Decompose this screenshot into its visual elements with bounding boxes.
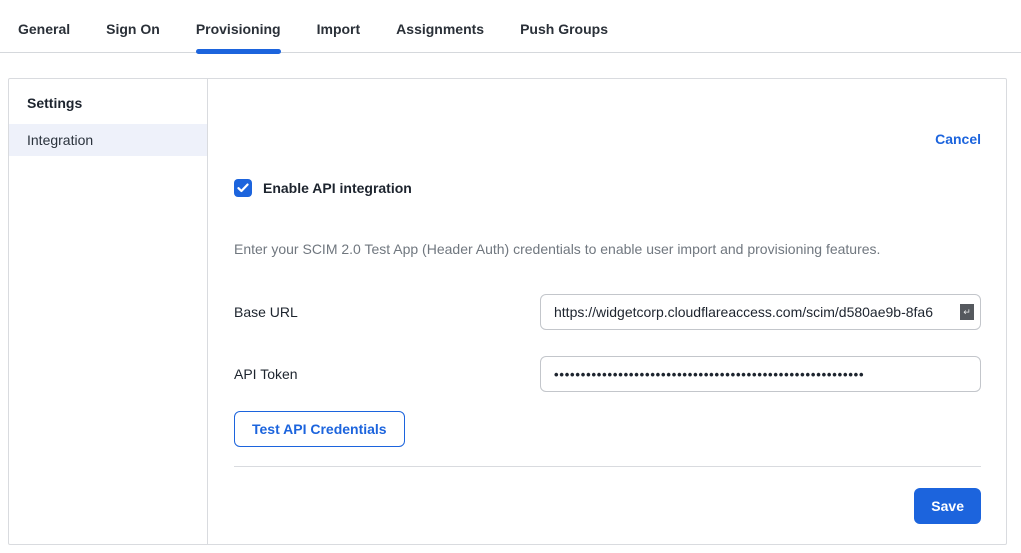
test-credentials-row: Test API Credentials — [234, 411, 981, 447]
enable-api-integration-checkbox[interactable] — [234, 179, 252, 197]
sidebar-item-integration[interactable]: Integration — [9, 124, 207, 156]
footer-divider — [234, 466, 981, 467]
settings-sidebar: Settings Integration — [9, 79, 208, 544]
checkmark-icon — [237, 183, 249, 193]
api-token-label: API Token — [234, 366, 540, 382]
api-token-input[interactable] — [540, 356, 981, 392]
base-url-label: Base URL — [234, 304, 540, 320]
save-button[interactable]: Save — [914, 488, 981, 524]
cancel-row: Cancel — [234, 131, 981, 147]
tab-general[interactable]: General — [18, 21, 70, 52]
cancel-link[interactable]: Cancel — [935, 131, 981, 147]
tab-assignments[interactable]: Assignments — [396, 21, 484, 52]
base-url-input-wrap: ↵ — [540, 294, 981, 330]
api-token-row: API Token — [234, 356, 981, 392]
credentials-description: Enter your SCIM 2.0 Test App (Header Aut… — [234, 242, 981, 257]
save-row: Save — [234, 488, 981, 524]
integration-settings-main: Cancel Enable API integration Enter your… — [208, 79, 1006, 544]
base-url-row: Base URL ↵ — [234, 294, 981, 330]
api-token-input-wrap — [540, 356, 981, 392]
provisioning-panel: Settings Integration Cancel Enable API i… — [8, 78, 1007, 545]
tab-import[interactable]: Import — [317, 21, 361, 52]
app-tab-bar: General Sign On Provisioning Import Assi… — [0, 0, 1021, 53]
base-url-input[interactable] — [540, 294, 981, 330]
sidebar-heading: Settings — [9, 79, 207, 124]
text-cursor-block: ↵ — [960, 304, 974, 320]
tab-sign-on[interactable]: Sign On — [106, 21, 160, 52]
tab-push-groups[interactable]: Push Groups — [520, 21, 608, 52]
enable-api-integration-label: Enable API integration — [263, 180, 412, 196]
tab-provisioning[interactable]: Provisioning — [196, 21, 281, 52]
enable-api-integration-row: Enable API integration — [234, 179, 981, 197]
test-api-credentials-button[interactable]: Test API Credentials — [234, 411, 405, 447]
